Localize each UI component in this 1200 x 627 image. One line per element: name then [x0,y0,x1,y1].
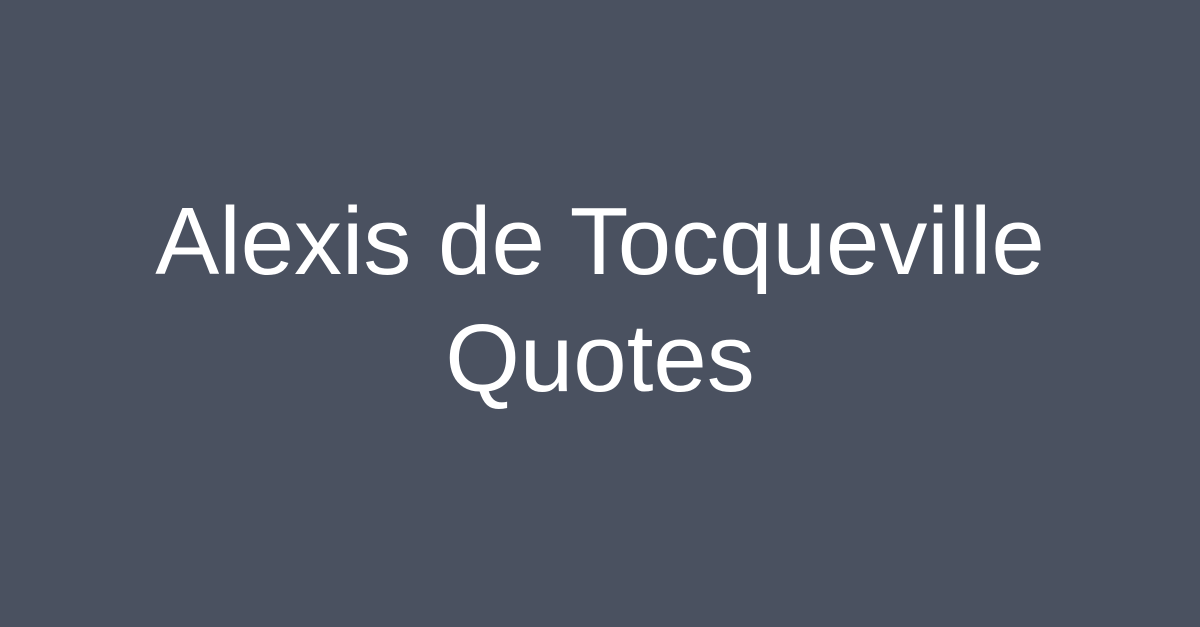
title-line-quotes: Quotes [445,304,755,412]
banner-title: Alexis de Tocqueville Quotes [50,183,1150,417]
title-line-author: Alexis de Tocqueville [155,187,1045,295]
quote-banner: Alexis de Tocqueville Quotes [0,0,1200,627]
